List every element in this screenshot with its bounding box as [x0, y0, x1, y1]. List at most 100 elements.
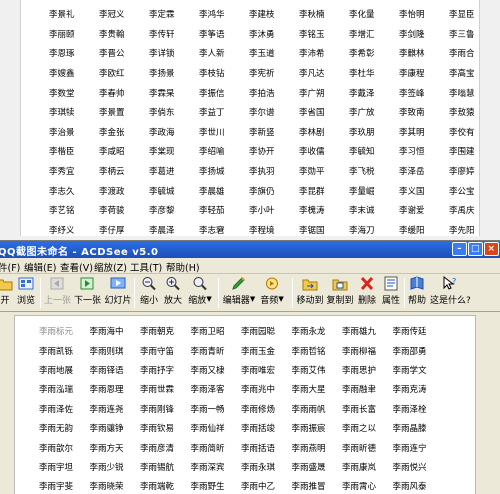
open-button[interactable]: 开: [0, 276, 14, 310]
grid-cell: 李霖杲: [149, 88, 175, 99]
toolbar: 开 浏览 上一张 下一张 幻灯片 缩小 放大 缩放▼ 编辑器▼ 音频▼ 移动到 …: [0, 274, 500, 312]
grid-cell: 李怡明: [399, 10, 425, 21]
toolbar-separator: [218, 278, 219, 308]
grid-cell: 李扬城: [199, 167, 225, 178]
open-label: 开: [0, 296, 10, 306]
help-button[interactable]: 帮助: [406, 276, 428, 310]
grid-cell: 李协开: [249, 147, 275, 158]
grid-cell: 李棠现: [149, 147, 175, 158]
grid-cell: 李雨永琪: [241, 462, 276, 473]
grid-cell: 李雨合: [449, 49, 475, 60]
grid-cell: 李沛希: [299, 49, 325, 60]
grid-row: 李雨歆尔 李雨方天 李雨彦清 李雨简昕 李雨括语 李雨燕明 李雨昕德 李雨连宁: [39, 439, 443, 458]
grid-cell: 李雨端乾: [140, 482, 175, 493]
zoom-in-button[interactable]: 放大: [162, 276, 184, 310]
grid-cell: 李毓城: [149, 186, 175, 197]
grid-cell: 李围建: [449, 147, 475, 158]
grid-cell: 李治景: [49, 127, 75, 138]
copy-to-label: 复制到: [326, 296, 354, 306]
prev-icon: [50, 277, 64, 290]
grid-cell: 李世川: [199, 127, 225, 138]
grid-cell: 李雨长富: [342, 404, 377, 415]
grid-cell: 李传轩: [149, 29, 175, 40]
menu-view[interactable]: 查看(V): [60, 260, 93, 274]
menu-bar: 件(F) 编辑(E) 查看(V) 缩放(Z) 工具(T) 帮助(H): [0, 258, 500, 274]
grid-cell: 李雨标元: [39, 327, 74, 338]
grid-cell: 李详锁: [149, 49, 175, 60]
grid-row: 李秀宜 李柄云 李葛进 李扬城 李执羽 李勋平 李飞税 李泽岳 李廖婷: [49, 163, 499, 183]
next-button[interactable]: 下一张: [74, 276, 101, 310]
grid-cell: 李雨风泰: [392, 482, 427, 493]
grid-cell: 李仔厚: [99, 225, 125, 236]
grid-cell: 李雨哲铭: [291, 346, 326, 357]
grid-cell: 李雨融聿: [342, 385, 377, 396]
grid-cell: 李飞税: [349, 167, 375, 178]
grid-cell: 李雨括竣: [241, 424, 276, 435]
maximize-button[interactable]: □: [468, 242, 483, 256]
close-button[interactable]: ×: [484, 242, 499, 256]
grid-cell: 李雨唯宏: [241, 365, 276, 376]
grid-cell: 李雨昕德: [342, 443, 377, 454]
grid-cell: 李雨玉金: [241, 346, 276, 357]
properties-icon: [384, 276, 398, 291]
slideshow-button[interactable]: 幻灯片: [104, 276, 132, 310]
grid-cell: 李益丁: [199, 108, 225, 119]
grid-cell: 李宪祈: [249, 69, 275, 80]
grid-cell: 李雨凯铄: [39, 346, 74, 357]
whats-this-button[interactable]: ? 这是什么?: [430, 276, 471, 310]
grid-cell: 李雨括语: [241, 443, 276, 454]
grid-cell: 李雨霄心: [342, 482, 377, 493]
grid-cell: 李雨邵勇: [392, 346, 427, 357]
grid-cell: 李嗡慧: [449, 88, 475, 99]
grid-cell: 李公宝: [449, 186, 475, 197]
editor-button[interactable]: 编辑器▼: [222, 276, 256, 310]
chevron-down-icon[interactable]: ▼: [278, 295, 283, 303]
zoom-button[interactable]: 缩放▼: [186, 276, 214, 310]
title-bar[interactable]: QQ截图未命名 - ACDSee v5.0 – □ ×: [0, 241, 500, 258]
grid-cell: 李艺铭: [49, 206, 75, 217]
menu-help[interactable]: 帮助(H): [166, 260, 200, 274]
grid-cell: 李雨刚锋: [140, 404, 175, 415]
grid-cell: 李铭玉: [299, 29, 325, 40]
grid-cell: 李小叶: [249, 206, 275, 217]
grid-cell: 李冠义: [99, 10, 125, 21]
grid-cell: 李雨泓瑞: [39, 385, 74, 396]
grid-cell: 李柄云: [99, 167, 125, 178]
zoom-label: 缩放▼: [188, 295, 212, 306]
grid-cell: 李雨康岚: [342, 462, 377, 473]
zoom-out-button[interactable]: 缩小: [138, 276, 160, 310]
grid-cell: 李显臣: [449, 10, 475, 21]
grid-cell: 李雨世霖: [140, 385, 175, 396]
menu-file[interactable]: 件(F): [0, 260, 20, 274]
grid-cell: 李雨悦兴: [392, 462, 427, 473]
grid-row: 李雨宇斐 李雨晓荣 李雨端乾 李雨野生 李雨中乙 李雨推冒 李雨霄心 李雨风泰: [39, 478, 443, 494]
move-to-button[interactable]: 移动到: [296, 276, 324, 310]
toolbar-separator: [404, 278, 405, 308]
grid-cell: 李雨方天: [89, 443, 124, 454]
chevron-down-icon[interactable]: ▼: [206, 295, 211, 303]
minimize-button[interactable]: –: [452, 242, 467, 256]
copy-to-button[interactable]: 复制到: [326, 276, 354, 310]
grid-row: 李纾义 李仔厚 李晨泽 李志窘 李程境 李锯国 李海刀 李缓阳 李先阳: [49, 222, 499, 242]
grid-cell: 李彦黎: [149, 206, 175, 217]
delete-button[interactable]: 删除: [356, 276, 378, 310]
menu-tools[interactable]: 工具(T): [130, 260, 162, 274]
grid-cell: 李海刀: [349, 225, 375, 236]
grid-cell: 李志久: [49, 186, 75, 197]
prev-label: 上一张: [44, 296, 72, 306]
image-viewer[interactable]: 李雨标元 李雨海中 李雨朝克 李雨卫昭 李雨园聪 李雨永龙 李雨雄九 李雨传廷 李雨凯铄 李雨则琪…: [0, 313, 500, 494]
svg-text:?: ?: [452, 277, 456, 286]
grid-cell: 李麒林: [399, 49, 425, 60]
grid-row: 李雨泽佐 李雨连尧 李雨刚锋 李雨一畅 李雨修炀 李雨雨帆 李雨长富 李雨泽栓: [39, 401, 443, 420]
viewed-image: 李雨标元 李雨海中 李雨朝克 李雨卫昭 李雨园聪 李雨永龙 李雨雄九 李雨传廷 李雨凯铄 李雨则琪…: [14, 315, 476, 494]
menu-zoom[interactable]: 缩放(Z): [94, 260, 127, 274]
menu-edit[interactable]: 编辑(E): [24, 260, 56, 274]
grid-cell: 李泽岳: [399, 167, 425, 178]
chevron-down-icon[interactable]: ▼: [250, 295, 255, 303]
grid-cell: 李末诚: [349, 206, 375, 217]
properties-button[interactable]: 属性: [380, 276, 402, 310]
grid-cell: 李筝语: [199, 29, 225, 40]
browse-button[interactable]: 浏览: [14, 276, 38, 310]
prev-button[interactable]: 上一张: [44, 276, 72, 310]
audio-button[interactable]: 音频▼: [258, 276, 286, 310]
